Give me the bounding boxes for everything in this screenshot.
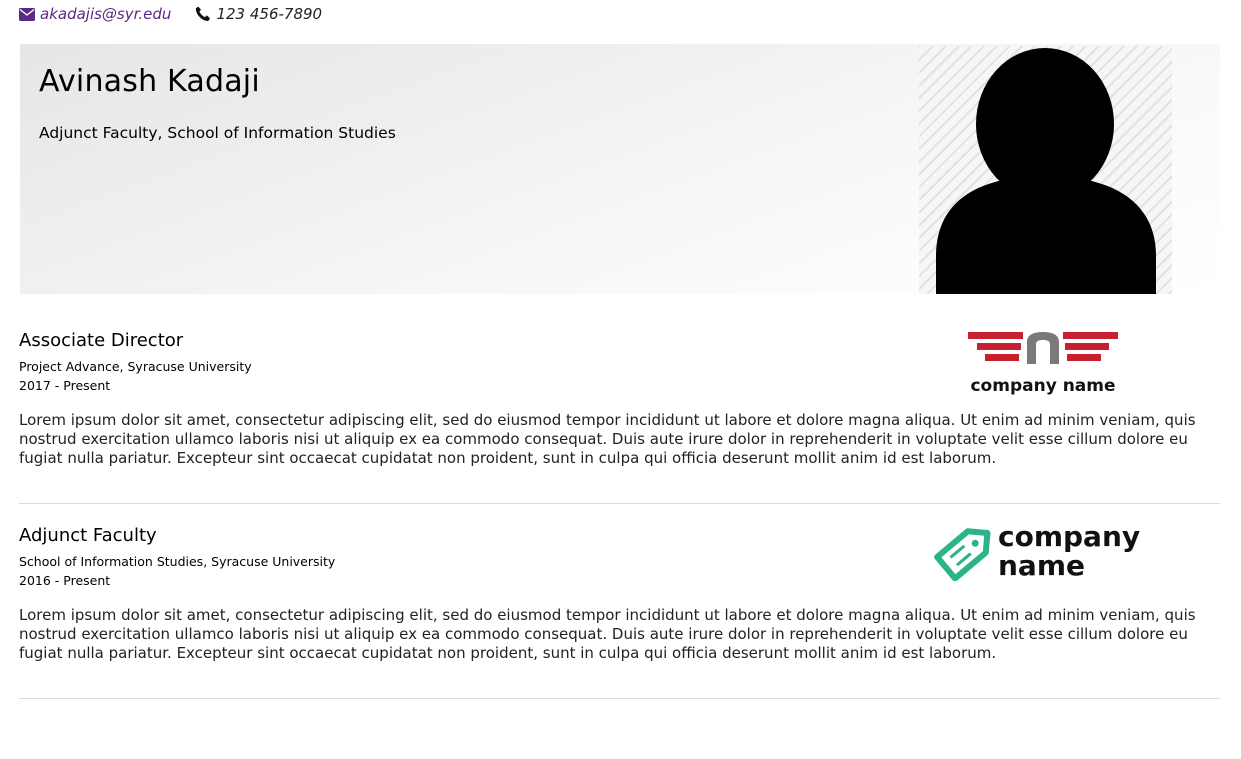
- phone-number: 123 456-7890: [216, 5, 323, 23]
- experience-item: Associate Director Project Advance, Syra…: [19, 330, 1220, 504]
- person-silhouette-icon: [936, 48, 1156, 294]
- experience-item: Adjunct Faculty School of Information St…: [19, 520, 1220, 699]
- job-dates: 2017 - Present: [19, 378, 111, 393]
- job-organization: Project Advance, Syracuse University: [19, 359, 252, 374]
- company-logo-text: name: [998, 549, 1085, 581]
- email-contact[interactable]: akadajis@syr.edu: [19, 5, 171, 23]
- company-logo-text: company name: [970, 376, 1115, 396]
- profile-title: Adjunct Faculty, School of Information S…: [39, 124, 396, 142]
- job-title: Associate Director: [19, 330, 184, 351]
- company-logo: company name: [932, 519, 1162, 582]
- job-title: Adjunct Faculty: [19, 525, 157, 546]
- job-description: Lorem ipsum dolor sit amet, consectetur …: [19, 606, 1196, 662]
- company-logo: company name: [963, 330, 1123, 400]
- envelope-icon: [19, 7, 35, 21]
- profile-header: Avinash Kadaji Adjunct Faculty, School o…: [20, 44, 1220, 294]
- phone-contact: 123 456-7890: [195, 5, 322, 23]
- wing-emblem-icon: [968, 332, 1118, 364]
- profile-name: Avinash Kadaji: [39, 64, 260, 99]
- job-dates: 2016 - Present: [19, 573, 111, 588]
- avatar: [919, 46, 1172, 294]
- phone-icon: [195, 6, 211, 22]
- job-organization: School of Information Studies, Syracuse …: [19, 554, 336, 569]
- job-description: Lorem ipsum dolor sit amet, consectetur …: [19, 411, 1196, 467]
- price-tag-icon: [934, 528, 991, 582]
- email-link[interactable]: akadajis@syr.edu: [40, 5, 171, 23]
- contact-bar: akadajis@syr.edu 123 456-7890: [19, 4, 346, 24]
